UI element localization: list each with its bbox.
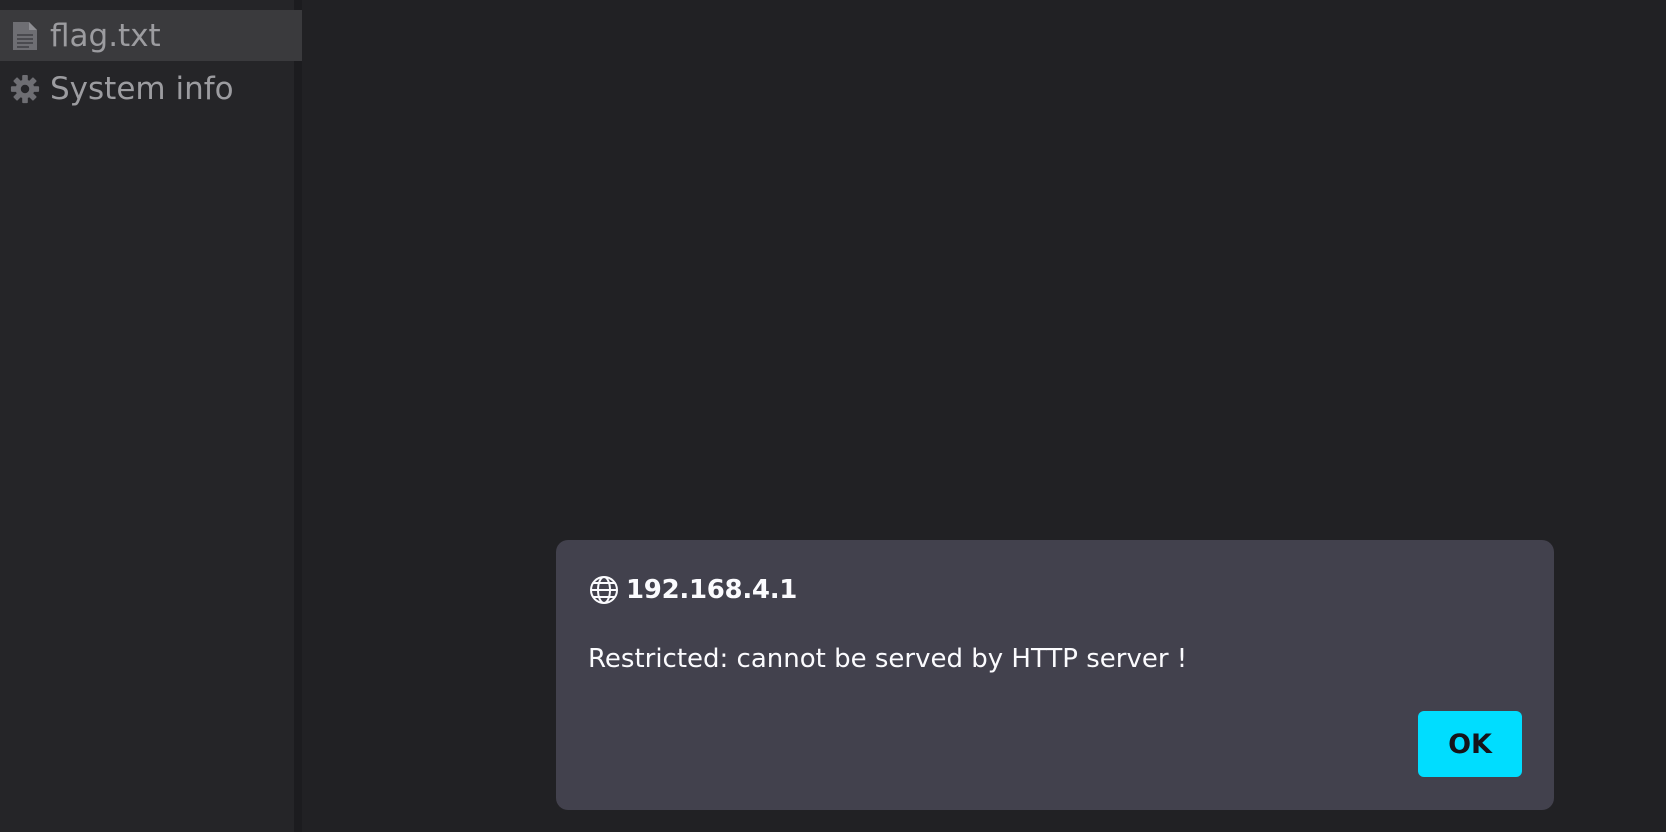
dialog-message: Restricted: cannot be served by HTTP ser…	[588, 644, 1188, 674]
file-icon	[10, 21, 40, 51]
sidebar-item-flag-txt[interactable]: flag.txt	[0, 10, 302, 61]
dialog-title: 192.168.4.1	[626, 575, 798, 605]
gear-icon	[10, 74, 40, 104]
sidebar-item-label: System info	[50, 70, 234, 107]
alert-dialog: 192.168.4.1 Restricted: cannot be served…	[556, 540, 1554, 810]
dialog-header: 192.168.4.1	[588, 574, 797, 606]
sidebar-item-system-info[interactable]: System info	[0, 63, 302, 114]
sidebar: flag.txt System info	[0, 0, 302, 832]
globe-icon	[588, 574, 620, 606]
ok-button[interactable]: OK	[1418, 711, 1522, 777]
sidebar-item-label: flag.txt	[50, 17, 161, 54]
